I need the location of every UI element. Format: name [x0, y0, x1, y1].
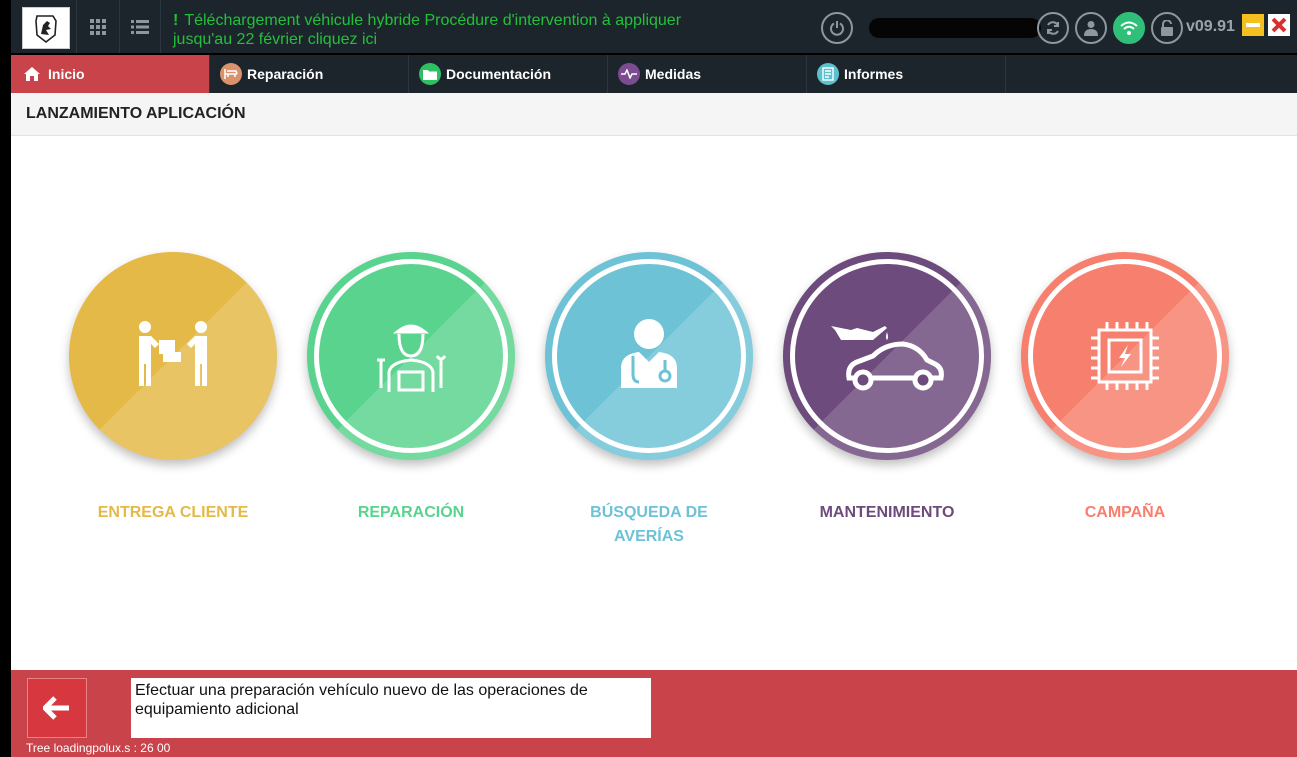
nav-tab-label: Informes: [844, 66, 904, 82]
refresh-icon[interactable]: [1037, 12, 1069, 44]
nav-tab-label: Inicio: [48, 66, 85, 82]
tile-label[interactable]: REPARACIÓN: [321, 501, 501, 525]
section-title: LANZAMIENTO APLICACIÓN: [11, 93, 1297, 136]
pulse-icon: [618, 63, 640, 85]
status-line: Tree loadingpolux.s : 26 00: [26, 741, 171, 755]
back-button[interactable]: [27, 678, 87, 738]
tile-mantenimiento[interactable]: MANTENIMIENTO: [772, 252, 1002, 525]
nav-tab-documentacion[interactable]: Documentación: [409, 55, 608, 93]
top-bar: ! Téléchargement véhicule hybride Procédu…: [11, 0, 1297, 53]
tile-busqueda-averias[interactable]: BÚSQUEDA DE AVERÍAS: [534, 252, 764, 549]
redacted-user-info: [869, 18, 1041, 38]
chip-icon: [1091, 322, 1159, 390]
home-icon: [21, 63, 43, 85]
lift-icon: [220, 63, 242, 85]
nav-tab-informes[interactable]: Informes: [807, 55, 1006, 93]
wifi-icon[interactable]: [1113, 12, 1145, 44]
report-icon: [817, 63, 839, 85]
nav-tab-label: Medidas: [645, 66, 702, 82]
description-box: Efectuar una preparación vehículo nuevo …: [131, 678, 651, 738]
main-content: LANZAMIENTO APLICACIÓN ENTREGA CLIENTE R…: [11, 93, 1297, 670]
tile-circle[interactable]: [783, 252, 991, 460]
tile-label[interactable]: MANTENIMIENTO: [797, 501, 977, 525]
arrow-left-icon: [43, 696, 69, 720]
tile-reparacion[interactable]: REPARACIÓN: [296, 252, 526, 525]
tile-label[interactable]: BÚSQUEDA DE AVERÍAS: [559, 501, 739, 549]
nav-tab-inicio[interactable]: Inicio: [11, 55, 210, 93]
unlock-icon[interactable]: [1151, 12, 1183, 44]
peugeot-logo: [22, 7, 70, 49]
version-label: v09.91: [1186, 18, 1235, 35]
nav-tab-label: Documentación: [446, 66, 552, 82]
mechanic-icon: [377, 324, 447, 392]
power-icon[interactable]: [821, 12, 853, 44]
folder-icon: [419, 63, 441, 85]
close-icon[interactable]: [1268, 14, 1290, 36]
notice-mark: !: [173, 12, 179, 29]
doctor-icon: [621, 319, 677, 388]
update-notice[interactable]: ! Téléchargement véhicule hybride Procédu…: [173, 11, 713, 49]
tile-campana[interactable]: CAMPAÑA: [1010, 252, 1240, 525]
minimize-icon[interactable]: [1242, 14, 1264, 36]
tile-entrega-cliente[interactable]: ENTREGA CLIENTE: [58, 252, 288, 525]
tile-circle[interactable]: [1021, 252, 1229, 460]
tile-circle[interactable]: [545, 252, 753, 460]
tile-label[interactable]: CAMPAÑA: [1035, 501, 1215, 525]
tile-circle[interactable]: [307, 252, 515, 460]
list-icon[interactable]: [119, 0, 161, 53]
nav-tab-medidas[interactable]: Medidas: [608, 55, 807, 93]
tile-label[interactable]: ENTREGA CLIENTE: [83, 501, 263, 525]
notice-text[interactable]: Téléchargement véhicule hybride Procédur…: [173, 12, 681, 48]
tile-circle[interactable]: [69, 252, 277, 460]
nav-tab-reparacion[interactable]: Reparación: [210, 55, 409, 93]
main-nav: Inicio Reparación Documentación Medidas …: [11, 55, 1297, 93]
nav-tab-label: Reparación: [247, 66, 324, 82]
footer-bar: Efectuar una preparación vehículo nuevo …: [11, 670, 1297, 757]
user-icon[interactable]: [1075, 12, 1107, 44]
grid-icon[interactable]: [76, 0, 118, 53]
handover-icon: [139, 321, 207, 386]
oil-car-icon: [831, 326, 944, 391]
